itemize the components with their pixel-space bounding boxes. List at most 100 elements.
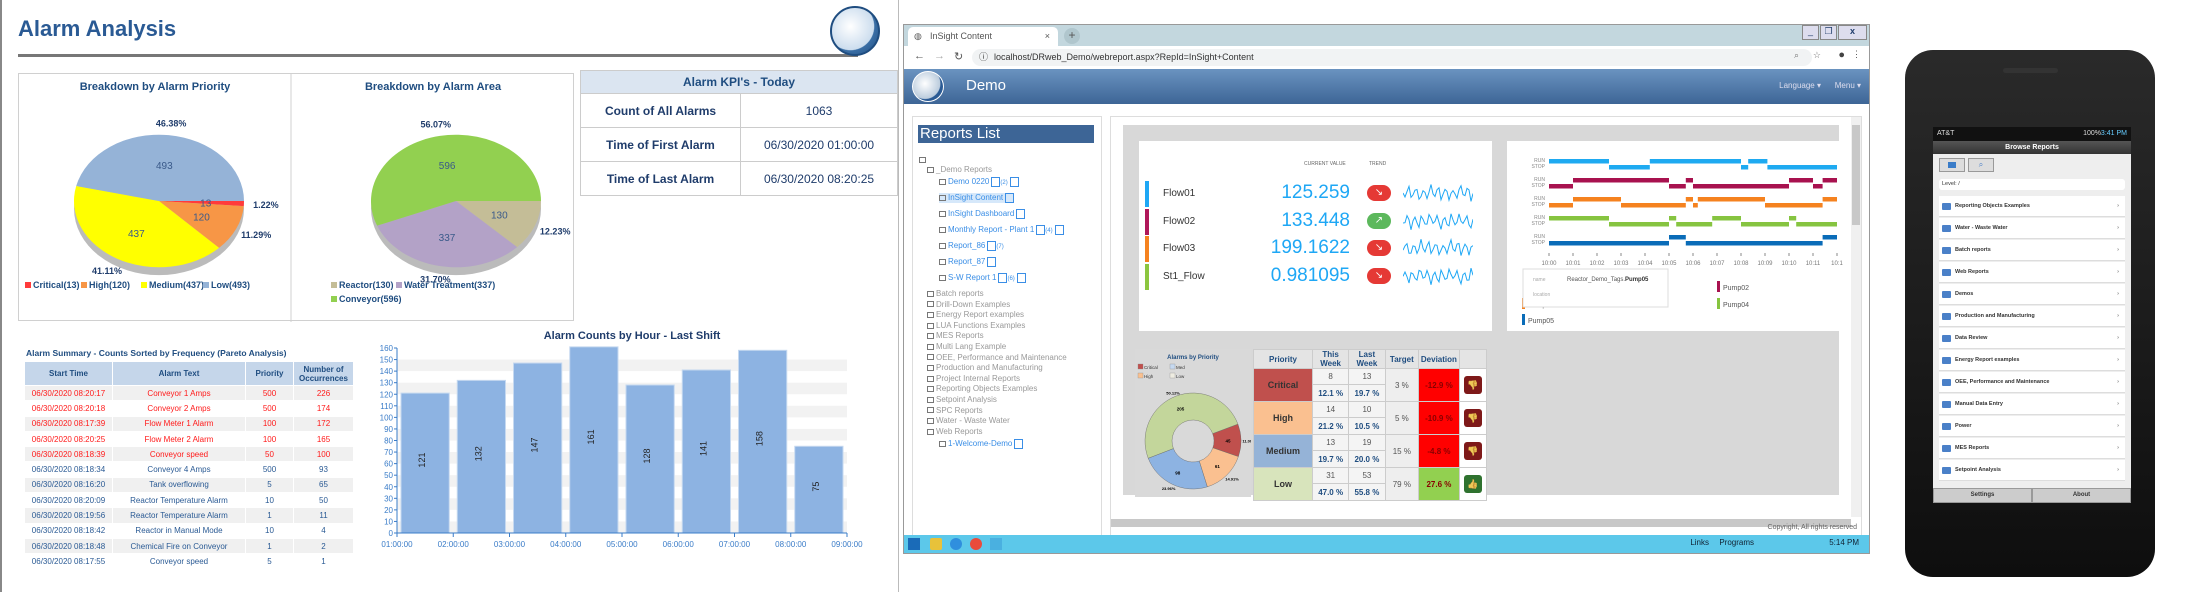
reload-icon[interactable]: ↻ — [954, 50, 963, 63]
folder-icon — [927, 365, 934, 372]
thumbs-down-icon: 👎 — [1463, 376, 1482, 394]
report-folder-item[interactable]: Manual Data Entry › — [1939, 394, 2125, 415]
report-link[interactable]: 1-Welcome-Demo — [939, 439, 1024, 450]
programs-toolbar[interactable]: Programs — [1719, 538, 1754, 547]
table-cell: 5 — [245, 476, 294, 494]
folder-icon — [927, 407, 934, 414]
web-icon[interactable] — [1016, 273, 1026, 283]
tree-folder[interactable]: _Demo Reports — [927, 165, 992, 174]
status-segment — [1765, 203, 1823, 208]
web-icon[interactable] — [987, 257, 997, 267]
x-tick-label: 01:00:00 — [381, 540, 413, 549]
forward-icon[interactable]: → — [934, 50, 945, 62]
bar-value-label: 121 — [417, 453, 427, 468]
main-menu[interactable]: Menu ▾ — [1835, 81, 1861, 90]
tree-root[interactable] — [919, 155, 928, 164]
tree-folder[interactable]: MES Reports — [927, 331, 984, 340]
report-folder-item[interactable]: Power › — [1939, 416, 2125, 437]
pdf-icon[interactable] — [987, 241, 997, 251]
app-icon[interactable] — [990, 538, 1002, 550]
search-button[interactable]: ⌕ — [1968, 158, 1994, 172]
tree-folder[interactable]: Production and Manufacturing — [927, 363, 1043, 372]
new-tab-button[interactable]: + — [1064, 28, 1080, 44]
report-folder-item[interactable]: Data Review › — [1939, 328, 2125, 349]
tree-folder[interactable]: Water - Waste Water — [927, 416, 1010, 425]
minimize-button[interactable]: _ — [1802, 25, 1819, 40]
column-header: Target — [1384, 349, 1420, 369]
profile-icon[interactable]: ● — [1838, 49, 1845, 61]
home-button[interactable] — [1939, 158, 1965, 172]
about-button[interactable]: About — [2032, 488, 2131, 503]
ie-icon[interactable] — [950, 538, 962, 550]
report-name: Report_87 — [948, 257, 986, 267]
settings-button[interactable]: Settings — [1933, 488, 2032, 503]
menu-dots-icon[interactable]: ⋮ — [1852, 49, 1861, 60]
report-link[interactable]: Report_87 — [939, 257, 997, 267]
browser-tab[interactable]: ◍ InSight Content × — [908, 27, 1058, 46]
zoom-icon[interactable]: ⌕ — [1794, 50, 1799, 61]
tree-folder[interactable]: SPC Reports — [927, 406, 983, 415]
slice-percent: 50.12% — [1166, 390, 1180, 395]
pump-status-chart: RUNSTOPRUNSTOPRUNSTOPRUNSTOPRUNSTOP10:00… — [1522, 158, 1843, 325]
tree-folder[interactable]: OEE, Performance and Maintenance — [927, 353, 1067, 362]
report-link[interactable]: Report_86 (7) — [939, 241, 1004, 251]
horizontal-scrollbar[interactable] — [1111, 519, 1851, 527]
report-folder-item[interactable]: Water - Waste Water › — [1939, 218, 2125, 239]
tree-folder[interactable]: Batch reports — [927, 289, 984, 298]
report-link[interactable]: S-W Report 1 (6) — [939, 273, 1026, 283]
close-window-button[interactable]: x — [1838, 25, 1867, 40]
report-link[interactable]: Demo 0220 (2) — [939, 177, 1019, 187]
tree-folder[interactable]: Multi Lang Example — [927, 342, 1006, 351]
y-tick-label: 100 — [380, 413, 394, 422]
status-segment — [1621, 203, 1686, 208]
tree-folder[interactable]: Reporting Objects Examples — [927, 384, 1037, 393]
report-folder-item[interactable]: MES Reports › — [1939, 438, 2125, 459]
chrome-icon[interactable] — [970, 538, 982, 550]
report-folder-item[interactable]: Web Reports › — [1939, 262, 2125, 283]
folder-label: _Demo Reports — [936, 165, 993, 174]
report-folder-item[interactable]: Demos › — [1939, 284, 2125, 305]
last-week-percent: 19.7 % — [1348, 384, 1386, 402]
report-link[interactable]: Monthly Report - Plant 1 (4) — [939, 225, 1064, 235]
tree-folder[interactable]: Energy Report examples — [927, 310, 1024, 319]
tree-folder[interactable]: Web Reports — [927, 427, 983, 436]
report-folder-item[interactable]: Setpoint Analysis › — [1939, 460, 2125, 481]
report-folder-item[interactable]: Production and Manufacturing › — [1939, 306, 2125, 327]
legend-swatch — [1169, 372, 1176, 379]
y-tick-label: 70 — [384, 448, 393, 457]
report-folder-item[interactable]: OEE, Performance and Maintenance › — [1939, 372, 2125, 393]
pdf-icon[interactable] — [991, 177, 1001, 187]
report-link[interactable]: InSight Content — [939, 193, 1015, 203]
web-icon[interactable] — [1005, 193, 1015, 203]
legend-label: Medium(437) — [149, 280, 204, 290]
tree-folder[interactable]: LUA Functions Examples — [927, 321, 1025, 330]
start-button[interactable] — [908, 538, 920, 550]
language-menu[interactable]: Language ▾ — [1779, 81, 1821, 90]
y-tick-label: 90 — [384, 425, 393, 434]
vertical-scrollbar[interactable] — [1851, 117, 1861, 517]
web-icon[interactable] — [1014, 439, 1024, 450]
url-input[interactable]: ⓘ localhost/DRweb_Demo/webreport.aspx?Rep… — [972, 49, 1812, 66]
maximize-button[interactable]: ❐ — [1820, 25, 1837, 40]
back-icon[interactable]: ← — [914, 50, 925, 62]
table-cell: Reactor Temperature Alarm — [112, 492, 246, 509]
web-icon[interactable] — [1009, 177, 1019, 187]
address-bar-row: ← → ↻ ⓘ localhost/DRweb_Demo/webreport.as… — [904, 46, 1869, 69]
app-logo-icon — [912, 71, 944, 102]
pdf-icon[interactable] — [1036, 225, 1046, 235]
links-toolbar[interactable]: Links — [1690, 538, 1709, 547]
report-folder-item[interactable]: Energy Report examples › — [1939, 350, 2125, 371]
tree-folder[interactable]: Drill-Down Examples — [927, 300, 1010, 309]
report-link[interactable]: InSight Dashboard — [939, 209, 1026, 219]
explorer-icon[interactable] — [930, 538, 942, 550]
report-folder-item[interactable]: Reporting Objects Examples › — [1939, 196, 2125, 217]
web-icon[interactable] — [1016, 209, 1026, 219]
report-folder-item[interactable]: Batch reports › — [1939, 240, 2125, 261]
table-row: 06/30/2020 08:17:55 Conveyor speed 5 1 — [24, 553, 354, 570]
tree-folder[interactable]: Project Internal Reports — [927, 374, 1020, 383]
legend-swatch — [81, 282, 87, 288]
web-icon[interactable] — [1054, 225, 1064, 235]
tree-folder[interactable]: Setpoint Analysis — [927, 395, 997, 404]
close-tab-icon[interactable]: × — [1045, 27, 1050, 46]
bookmark-star-icon[interactable]: ☆ — [1813, 50, 1821, 61]
